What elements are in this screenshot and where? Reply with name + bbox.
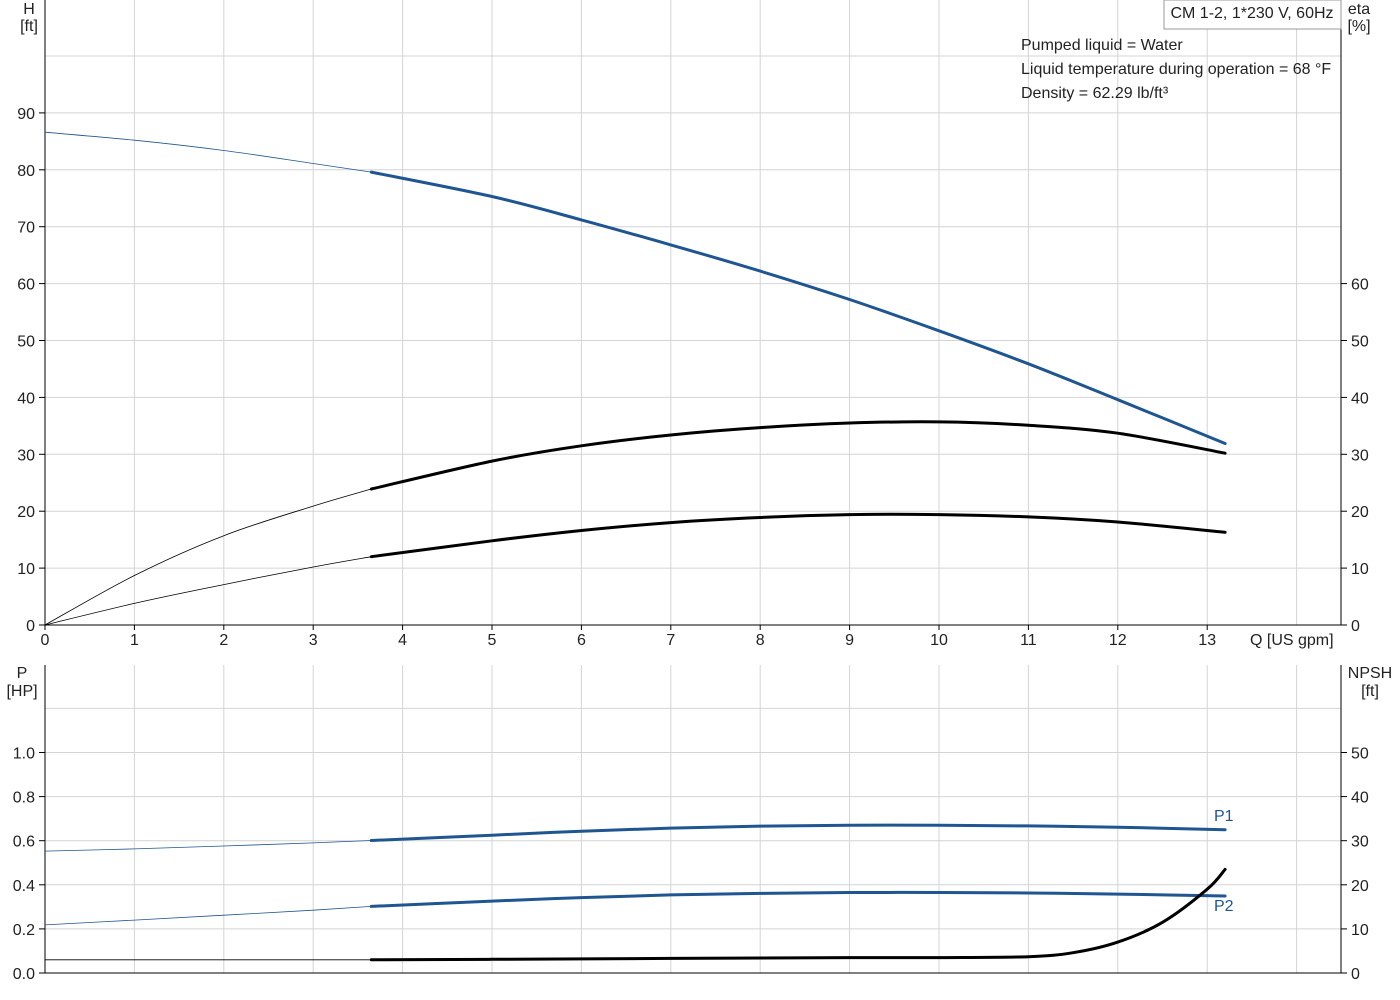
right-tick-label: 50 bbox=[1351, 746, 1369, 763]
power-axis-label-unit: [HP] bbox=[6, 683, 37, 700]
npsh-axis-label-symbol: NPSH bbox=[1348, 665, 1392, 682]
right-tick-label: 20 bbox=[1351, 504, 1369, 521]
x-tick-label: 8 bbox=[756, 632, 765, 649]
curve-panel1-series0-operating bbox=[369, 823, 1227, 842]
flow-axis-label: Q [US gpm] bbox=[1250, 632, 1334, 649]
x-tick-label: 9 bbox=[845, 632, 854, 649]
pumped-liquid-text: Pumped liquid = Water bbox=[1021, 37, 1183, 54]
series-label-p2: P2 bbox=[1214, 898, 1234, 915]
right-tick-label: 30 bbox=[1351, 834, 1369, 851]
right-tick-label: 0 bbox=[1351, 618, 1360, 635]
curve-panel1-series1-extrapolated bbox=[44, 906, 372, 926]
right-tick-label: 60 bbox=[1351, 277, 1369, 294]
head-axis-label-unit: [ft] bbox=[20, 18, 38, 35]
left-tick-label: 1.0 bbox=[13, 746, 35, 763]
right-tick-label: 30 bbox=[1351, 447, 1369, 464]
curve-panel0-series2-operating bbox=[369, 512, 1227, 559]
right-tick-label: 10 bbox=[1351, 922, 1369, 939]
series-label-p1: P1 bbox=[1214, 808, 1234, 825]
axis-ticks: 010203040506070809001020304050600 1 2 3 4 5 6 7… bbox=[13, 106, 1369, 983]
pump-performance-chart: 010203040506070809001020304050600 1 2 3 4 5 6 7… bbox=[6, 0, 1392, 983]
liquid-temperature-text: Liquid temperature during operation = 68… bbox=[1021, 61, 1331, 78]
left-tick-label: 0.8 bbox=[13, 790, 35, 807]
left-tick-label: 40 bbox=[17, 390, 35, 407]
head-axis-label-symbol: H bbox=[23, 1, 35, 18]
curve-panel1-series2-operating bbox=[369, 867, 1227, 962]
x-tick-label: 13 bbox=[1198, 632, 1216, 649]
x-tick-label: 4 bbox=[398, 632, 407, 649]
right-tick-label: 40 bbox=[1351, 390, 1369, 407]
left-tick-label: 30 bbox=[17, 447, 35, 464]
curve-panel0-series0-operating bbox=[369, 170, 1227, 445]
pump-model-title: CM 1-2, 1*230 V, 60Hz bbox=[1170, 5, 1333, 22]
x-tick-label: 6 bbox=[577, 632, 586, 649]
left-tick-label: 70 bbox=[17, 220, 35, 237]
curve-panel1-series0-extrapolated bbox=[44, 840, 372, 852]
left-tick-label: 20 bbox=[17, 504, 35, 521]
left-tick-label: 90 bbox=[17, 106, 35, 123]
power-axis-label-symbol: P bbox=[17, 665, 28, 682]
curves bbox=[44, 131, 1227, 962]
curve-panel0-series1-operating bbox=[369, 420, 1227, 491]
left-tick-label: 0.2 bbox=[13, 922, 35, 939]
right-tick-label: 50 bbox=[1351, 334, 1369, 351]
left-tick-label: 0.4 bbox=[13, 878, 35, 895]
density-text: Density = 62.29 lb/ft³ bbox=[1021, 85, 1169, 102]
left-tick-label: 50 bbox=[17, 334, 35, 351]
right-tick-label: 0 bbox=[1351, 966, 1360, 983]
left-tick-label: 0 bbox=[26, 618, 35, 635]
curve-panel1-series1-operating bbox=[369, 890, 1227, 908]
curve-panel0-series0-extrapolated bbox=[44, 131, 372, 173]
x-tick-label: 3 bbox=[309, 632, 318, 649]
x-tick-label: 7 bbox=[666, 632, 675, 649]
x-tick-label: 10 bbox=[930, 632, 948, 649]
left-tick-label: 0.6 bbox=[13, 834, 35, 851]
left-tick-label: 10 bbox=[17, 561, 35, 578]
left-tick-label: 60 bbox=[17, 277, 35, 294]
right-tick-label: 40 bbox=[1351, 790, 1369, 807]
npsh-axis-label-unit: [ft] bbox=[1361, 683, 1379, 700]
efficiency-axis-label-unit: [%] bbox=[1347, 18, 1370, 35]
right-tick-label: 10 bbox=[1351, 561, 1369, 578]
curve-panel0-series1-extrapolated bbox=[44, 488, 372, 626]
x-tick-label: 0 bbox=[41, 632, 50, 649]
x-tick-label: 11 bbox=[1020, 632, 1037, 649]
right-tick-label: 20 bbox=[1351, 878, 1369, 895]
efficiency-axis-label-symbol: eta bbox=[1348, 1, 1370, 18]
x-tick-label: 5 bbox=[488, 632, 497, 649]
x-tick-label: 12 bbox=[1109, 632, 1127, 649]
x-tick-label: 2 bbox=[219, 632, 228, 649]
left-tick-label: 0.0 bbox=[13, 966, 35, 983]
left-tick-label: 80 bbox=[17, 163, 35, 180]
curve-panel0-series2-extrapolated bbox=[44, 556, 372, 626]
x-tick-label: 1 bbox=[130, 632, 139, 649]
